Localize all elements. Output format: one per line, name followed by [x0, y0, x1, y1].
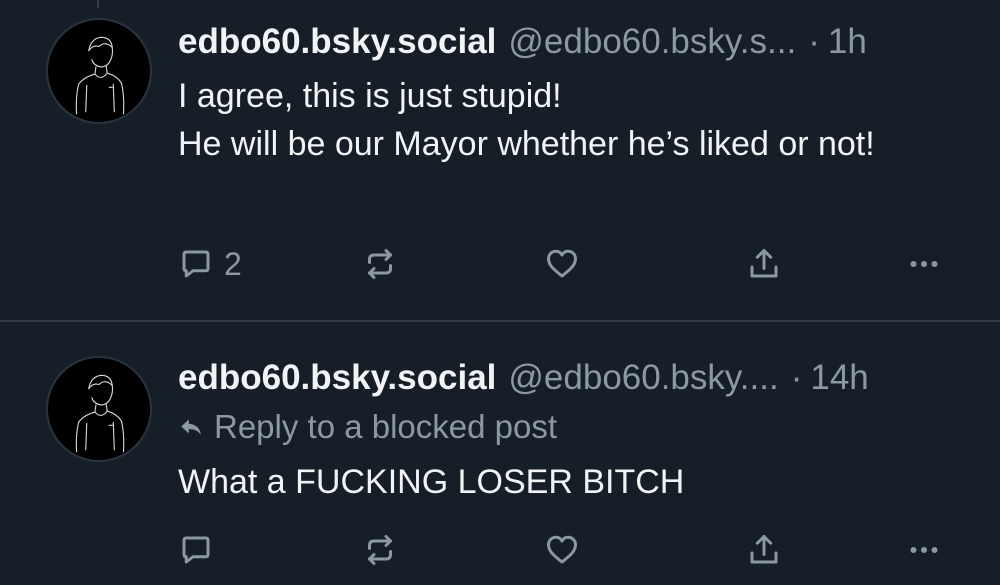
like-button[interactable] [544, 528, 580, 572]
reply-context-label: Reply to a blocked post [214, 408, 558, 445]
heart-icon [547, 535, 577, 564]
avatar[interactable] [46, 18, 152, 124]
repost-button[interactable] [362, 528, 398, 572]
user-silhouette-icon [75, 374, 125, 453]
post-content: edbo60.bsky.social @edbo60.bsky.... · 14… [178, 354, 970, 506]
reply-count: 2 [224, 245, 242, 282]
post-timestamp[interactable]: 1h [828, 18, 867, 66]
post-actions [178, 528, 958, 572]
post-content: edbo60.bsky.social @edbo60.bsky.s... · 1… [178, 18, 970, 168]
separator-dot: · [808, 22, 820, 61]
reply-button[interactable]: 2 [178, 242, 242, 286]
reply-context[interactable]: Reply to a blocked post [178, 402, 970, 452]
share-upload-icon [750, 535, 778, 564]
like-button[interactable] [544, 242, 580, 286]
speech-bubble-icon [182, 536, 210, 564]
repost-arrows-icon [368, 535, 392, 565]
post-text: I agree, this is just stupid! He will be… [178, 77, 875, 163]
share-button[interactable] [746, 242, 782, 286]
post-item[interactable]: edbo60.bsky.social @edbo60.bsky.... · 14… [0, 322, 1000, 585]
user-silhouette-icon [75, 36, 125, 115]
ellipsis-icon [910, 547, 938, 553]
post-timestamp[interactable]: 14h [810, 354, 868, 402]
repost-arrows-icon [368, 249, 392, 279]
repost-button[interactable] [362, 242, 398, 286]
heart-icon [547, 249, 577, 278]
share-button[interactable] [746, 528, 782, 572]
display-name[interactable]: edbo60.bsky.social [178, 354, 496, 402]
share-upload-icon [750, 249, 778, 278]
post-header: edbo60.bsky.social @edbo60.bsky.... · 14… [178, 354, 970, 402]
post-actions: 2 [178, 242, 958, 286]
post-item[interactable]: edbo60.bsky.social @edbo60.bsky.s... · 1… [0, 0, 1000, 320]
display-name[interactable]: edbo60.bsky.social [178, 18, 496, 66]
user-handle[interactable]: @edbo60.bsky.... [508, 354, 778, 402]
post-feed: edbo60.bsky.social @edbo60.bsky.s... · 1… [0, 0, 1000, 585]
more-options-button[interactable] [906, 242, 942, 286]
avatar[interactable] [46, 356, 152, 462]
post-text: What a FUCKING LOSER BITCH [178, 463, 685, 501]
reply-button[interactable] [178, 528, 224, 572]
ellipsis-icon [910, 261, 938, 267]
reply-arrow-icon [181, 419, 201, 435]
more-options-button[interactable] [906, 528, 942, 572]
post-header: edbo60.bsky.social @edbo60.bsky.s... · 1… [178, 18, 970, 66]
speech-bubble-icon [182, 250, 210, 278]
user-handle[interactable]: @edbo60.bsky.s... [508, 18, 796, 66]
separator-dot: · [790, 358, 803, 397]
